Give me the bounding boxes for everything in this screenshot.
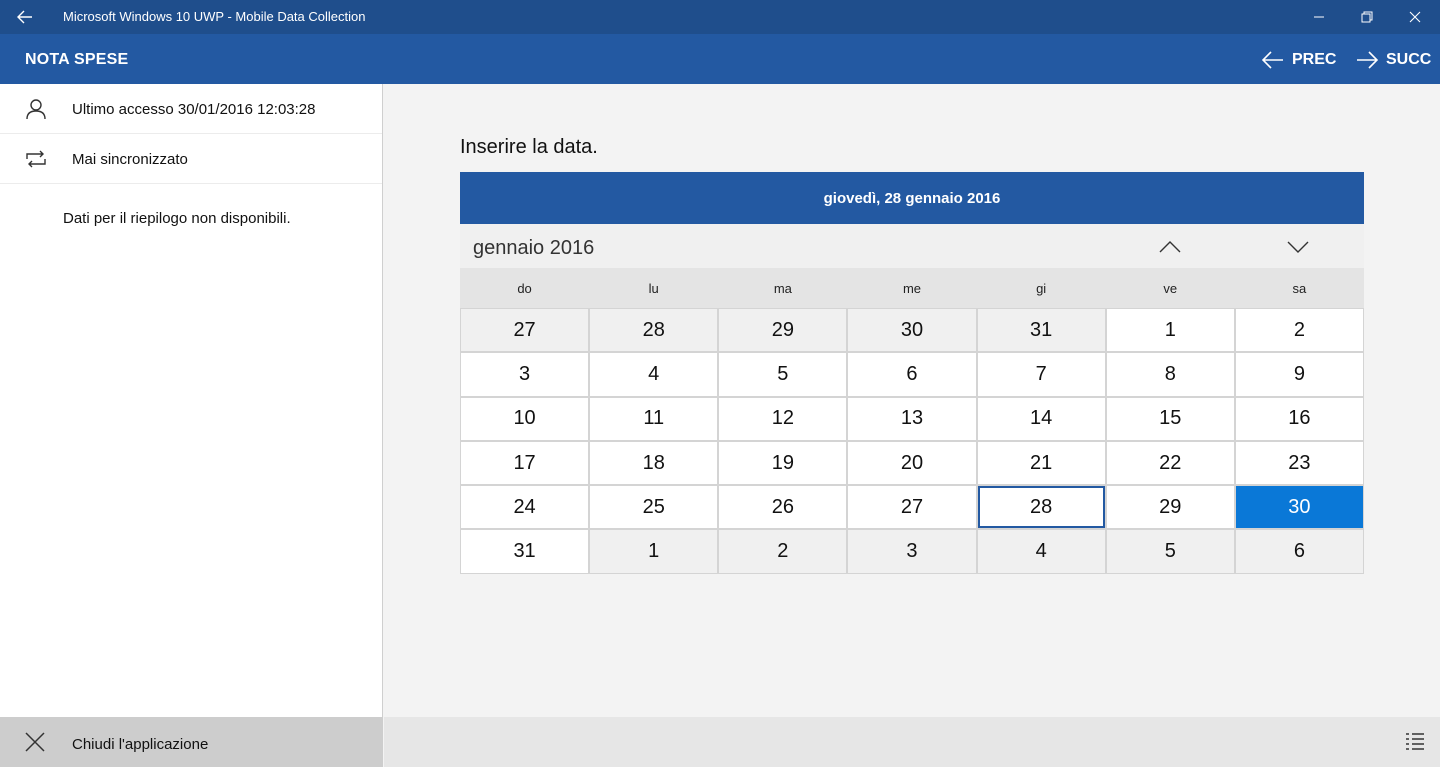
day-cell[interactable]: 17 xyxy=(461,441,589,485)
day-cell[interactable]: 5 xyxy=(1106,530,1234,573)
day-cell[interactable]: 19 xyxy=(719,441,847,485)
next-button[interactable]: SUCC xyxy=(1356,47,1431,73)
next-label: SUCC xyxy=(1386,51,1432,68)
day-cell[interactable]: 4 xyxy=(977,530,1105,573)
day-cell[interactable]: 28 xyxy=(590,309,718,352)
chevron-up-icon[interactable] xyxy=(1155,232,1185,262)
weekday-label: ve xyxy=(1163,280,1178,296)
day-cell[interactable]: 13 xyxy=(848,397,976,440)
day-cell[interactable]: 25 xyxy=(590,486,718,529)
calendar-month-bar: gennaio 2016 xyxy=(460,224,1364,268)
day-cell[interactable]: 16 xyxy=(1235,397,1363,440)
app-header: NOTA SPESE PREC SUCC xyxy=(0,34,1440,84)
minimize-icon[interactable] xyxy=(1306,4,1332,30)
day-cell[interactable]: 27 xyxy=(461,309,589,352)
day-cell[interactable]: 26 xyxy=(719,486,847,529)
day-cell[interactable]: 9 xyxy=(1235,353,1363,396)
day-cell[interactable]: 1 xyxy=(590,530,718,573)
day-cell[interactable]: 30 xyxy=(848,309,976,352)
sync-status-label: Mai sincronizzato xyxy=(72,151,188,168)
day-cell[interactable]: 11 xyxy=(590,397,718,440)
calendar: giovedì, 28 gennaio 2016 gennaio 2016 do… xyxy=(460,172,1364,574)
back-arrow-icon[interactable] xyxy=(14,6,36,28)
day-cell[interactable]: 3 xyxy=(848,530,976,573)
day-cell[interactable]: 29 xyxy=(1106,486,1234,529)
window-titlebar: Microsoft Windows 10 UWP - Mobile Data C… xyxy=(0,0,1440,34)
prev-label: PREC xyxy=(1292,51,1337,68)
date-prompt: Inserire la data. xyxy=(460,136,598,158)
day-cell[interactable]: 2 xyxy=(1235,309,1363,352)
last-access-item[interactable]: Ultimo accesso 30/01/2016 12:03:28 xyxy=(0,84,382,134)
day-cell[interactable]: 5 xyxy=(719,353,847,396)
weekday-label: ma xyxy=(773,280,792,296)
day-cell[interactable]: 12 xyxy=(719,397,847,440)
day-cell[interactable]: 6 xyxy=(1235,530,1363,573)
day-cell[interactable]: 14 xyxy=(977,397,1105,440)
bottom-app-bar xyxy=(384,717,1440,767)
day-cell[interactable]: 31 xyxy=(461,530,589,573)
prev-button[interactable]: PREC xyxy=(1262,47,1336,73)
last-access-label: Ultimo accesso 30/01/2016 12:03:28 xyxy=(72,101,316,118)
day-cell[interactable]: 1 xyxy=(1106,309,1234,352)
day-cell[interactable]: 15 xyxy=(1106,397,1234,440)
page-title: NOTA SPESE xyxy=(25,51,129,68)
day-cell[interactable]: 4 xyxy=(590,353,718,396)
summary-text: Dati per il riepilogo non disponibili. xyxy=(63,210,291,227)
list-icon[interactable] xyxy=(1404,731,1426,753)
user-icon xyxy=(26,99,46,120)
weekday-label: me xyxy=(902,280,922,296)
day-cell[interactable]: 2 xyxy=(719,530,847,573)
day-cell[interactable]: 6 xyxy=(848,353,976,396)
arrow-left-icon xyxy=(1262,51,1283,69)
close-window-icon[interactable] xyxy=(1402,4,1428,30)
day-cell[interactable]: 20 xyxy=(848,441,976,485)
weekday-label: do xyxy=(517,280,532,296)
weekday-label: sa xyxy=(1292,280,1307,296)
day-cell[interactable]: 21 xyxy=(977,441,1105,485)
day-cell[interactable]: 7 xyxy=(977,353,1105,396)
weekday-header: do lu ma me gi ve sa xyxy=(460,268,1364,308)
day-cell[interactable]: 24 xyxy=(461,486,589,529)
weekday-label: gi xyxy=(1036,280,1047,296)
weekday-label: lu xyxy=(648,280,659,296)
chevron-down-icon[interactable] xyxy=(1283,232,1313,262)
day-cell[interactable]: 3 xyxy=(461,353,589,396)
close-app-button[interactable]: Chiudi l'applicazione xyxy=(0,717,383,767)
day-grid: 27 28 29 30 31 1 2 3 4 5 6 7 8 9 10 11 12 13 14 15 16 17 18 19 2… xyxy=(460,308,1364,574)
sync-icon xyxy=(26,150,46,168)
sync-item[interactable]: Mai sincronizzato xyxy=(0,134,382,184)
restore-icon[interactable] xyxy=(1354,4,1380,30)
day-cell[interactable]: 10 xyxy=(461,397,589,440)
close-icon xyxy=(25,732,45,752)
day-cell[interactable]: 22 xyxy=(1106,441,1234,485)
day-cell[interactable]: 23 xyxy=(1235,441,1363,485)
day-cell-today[interactable]: 28 xyxy=(977,486,1105,529)
day-cell-selected[interactable]: 30 xyxy=(1235,486,1363,529)
month-label[interactable]: gennaio 2016 xyxy=(473,237,594,260)
sidebar: Ultimo accesso 30/01/2016 12:03:28 Mai s… xyxy=(0,84,383,767)
day-cell[interactable]: 8 xyxy=(1106,353,1234,396)
window-title: Microsoft Windows 10 UWP - Mobile Data C… xyxy=(63,9,366,24)
day-cell[interactable]: 31 xyxy=(977,309,1105,352)
close-app-label: Chiudi l'applicazione xyxy=(72,736,209,753)
day-cell[interactable]: 29 xyxy=(719,309,847,352)
arrow-right-icon xyxy=(1357,51,1378,69)
day-cell[interactable]: 18 xyxy=(590,441,718,485)
day-cell[interactable]: 27 xyxy=(848,486,976,529)
calendar-header-date: giovedì, 28 gennaio 2016 xyxy=(460,172,1364,224)
